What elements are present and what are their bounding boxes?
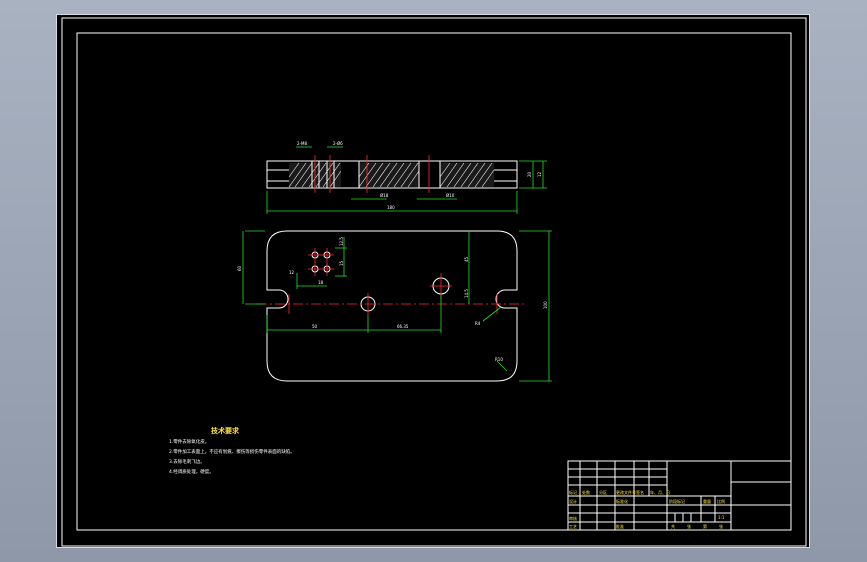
dim-corner-radius: R10 [495,357,503,362]
dim-hole-spacing: 66.35 [397,324,409,329]
dim-center-x: 50 [312,324,318,329]
section-hatching [288,162,495,188]
tb-sheet-num: 第 [703,523,707,529]
dim-pattern-w: 12 [289,270,295,275]
tb-label-zone: 分区 [599,489,607,495]
dim-top-left: 2-M8 [297,141,307,146]
dim-height-2: 12 [537,171,542,177]
tech-req-title: 技术要求 [211,426,240,435]
plan-view: 60 100 45 14.5 50 66.35 12.5 15 18 12 R4… [237,230,552,382]
title-block: 标记 处数 分区 更改文件号 签名 年、月、日 设计 标准化 审核 工艺 批准 … [567,460,792,531]
tech-req-line-4: 4.经调质处理，硬度。 [169,468,214,475]
tb-label-review: 审核 [569,515,577,521]
dim-right-mid: 14.5 [464,289,469,298]
tb-label-design: 设计 [569,498,577,504]
tb-sheet-total-unit: 张 [687,523,691,529]
tb-label-date: 年、月、日 [650,489,670,495]
dim-pattern-offset: 18 [318,280,324,285]
tb-sheet-num-unit: 张 [719,523,723,529]
tb-label-process: 工艺 [569,524,577,529]
tb-label-sign: 签名 [636,489,644,495]
tb-label-mark: 标记 [569,489,577,495]
dim-pattern-h: 12.5 [339,237,344,246]
dim-pattern-v: 15 [339,260,344,266]
tech-req-line-1: 1.零件去除氧化皮。 [169,438,209,445]
section-view: 180 Ø18 Ø10 2-M8 2-Ø6 20 12 [266,141,547,214]
dim-overall-length: 180 [387,205,395,210]
tech-req-line-2: 2.零件加工表面上，不应有划痕、擦伤等损伤零件表面的缺陷。 [169,448,295,455]
tb-label-stage: 阶段标记 [669,498,685,504]
tb-label-change-doc: 更改文件号 [616,489,636,495]
dim-overall-height: 100 [543,301,548,309]
tech-req-line-3: 3.去除毛刺飞边。 [169,458,205,465]
dim-height-1: 20 [527,171,532,177]
tb-scale-value: 1:1 [718,515,725,520]
tb-sheet-total: 共 [671,523,675,529]
tb-label-weight: 重量 [703,498,711,504]
tb-label-count: 处数 [582,489,590,495]
dim-hole-1: Ø18 [380,193,389,198]
cad-drawing-viewport[interactable]: 180 Ø18 Ø10 2-M8 2-Ø6 20 12 60 100 45 14… [56,14,810,548]
tb-label-standard: 标准化 [616,498,628,504]
dim-slot: R4 [475,321,481,326]
dim-hole-2: Ø10 [446,193,455,198]
plate-outline [266,230,518,382]
tb-label-approve: 批准 [616,523,624,529]
technical-requirements: 技术要求 1.零件去除氧化皮。 2.零件加工表面上，不应有划痕、擦伤等损伤零件表… [169,426,295,475]
dim-left-height: 60 [237,265,242,271]
dim-top-right: 2-Ø6 [333,141,343,146]
dim-right-top: 45 [464,256,469,262]
drawing-canvas: 180 Ø18 Ø10 2-M8 2-Ø6 20 12 60 100 45 14… [61,17,807,547]
tb-label-scale: 比例 [717,498,725,504]
